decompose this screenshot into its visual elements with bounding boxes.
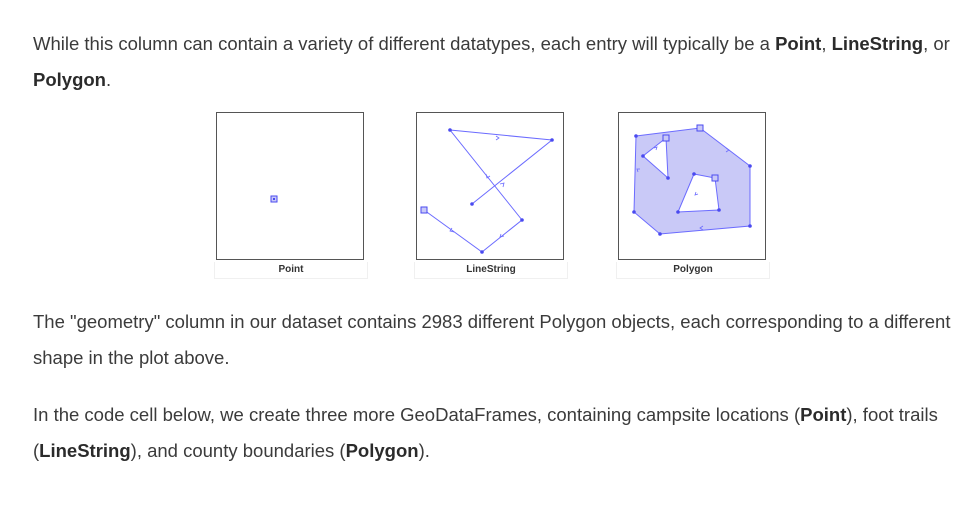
arrow bbox=[495, 135, 500, 141]
polygon-vertex bbox=[658, 232, 662, 236]
linestring-vertex bbox=[550, 138, 554, 142]
polygon-vertex bbox=[748, 224, 752, 228]
linestring-vertex bbox=[480, 250, 484, 254]
linestring-vertex bbox=[448, 128, 452, 132]
polygon-vertex bbox=[634, 134, 638, 138]
geometry-column-paragraph: The "geometry" column in our dataset con… bbox=[33, 304, 963, 376]
polygon-vertex bbox=[666, 176, 670, 180]
polygon-caption: Polygon bbox=[616, 262, 770, 279]
point-vertex-core bbox=[273, 198, 275, 200]
polygon-term: Polygon bbox=[345, 440, 419, 461]
point-term: Point bbox=[800, 404, 847, 425]
polygon-hole-start-vertex bbox=[662, 134, 670, 142]
linestring-term: LineString bbox=[831, 33, 924, 54]
polygon-vertex bbox=[748, 164, 752, 168]
separator: , or bbox=[923, 33, 950, 54]
point-caption: Point bbox=[214, 262, 368, 279]
geometry-column-text: The "geometry" column in our dataset con… bbox=[33, 311, 951, 368]
linestring-path bbox=[423, 129, 554, 253]
linestring-term: LineString bbox=[39, 440, 131, 461]
linestring-diagram bbox=[420, 128, 554, 254]
polygon-diagram bbox=[632, 124, 752, 236]
intro-paragraph: While this column can contain a variety … bbox=[33, 26, 963, 98]
arrow bbox=[499, 182, 505, 188]
linestring-arrows bbox=[449, 135, 505, 238]
geometry-types-figure: Point LineString Polygon bbox=[214, 112, 770, 284]
linestring-endpoint bbox=[420, 206, 428, 214]
code-cell-paragraph: In the code cell below, we create three … bbox=[33, 397, 963, 469]
point-term: Point bbox=[775, 33, 822, 54]
linestring-vertex bbox=[520, 218, 524, 222]
code-cell-text: In the code cell below, we create three … bbox=[33, 404, 801, 425]
separator: , bbox=[821, 33, 832, 54]
linestring-caption: LineString bbox=[414, 262, 568, 279]
polygon-vertex bbox=[632, 210, 636, 214]
code-cell-text: ). bbox=[418, 440, 430, 461]
polygon-hole-start-vertex bbox=[711, 174, 719, 182]
arrow bbox=[485, 173, 491, 179]
polygon-term: Polygon bbox=[33, 69, 106, 90]
point-diagram bbox=[270, 195, 278, 203]
arrow bbox=[694, 191, 699, 196]
polygon-vertex bbox=[676, 210, 680, 214]
period: . bbox=[105, 69, 112, 90]
polygon-vertex bbox=[692, 172, 696, 176]
polygon-shape bbox=[633, 127, 751, 235]
polygon-vertex bbox=[717, 208, 721, 212]
code-cell-text: ), and county boundaries ( bbox=[130, 440, 346, 461]
linestring-vertex bbox=[470, 202, 474, 206]
arrow bbox=[653, 146, 658, 151]
polygon-vertex bbox=[641, 154, 645, 158]
intro-text: While this column can contain a variety … bbox=[33, 33, 776, 54]
polygon-start-vertex bbox=[696, 124, 704, 132]
